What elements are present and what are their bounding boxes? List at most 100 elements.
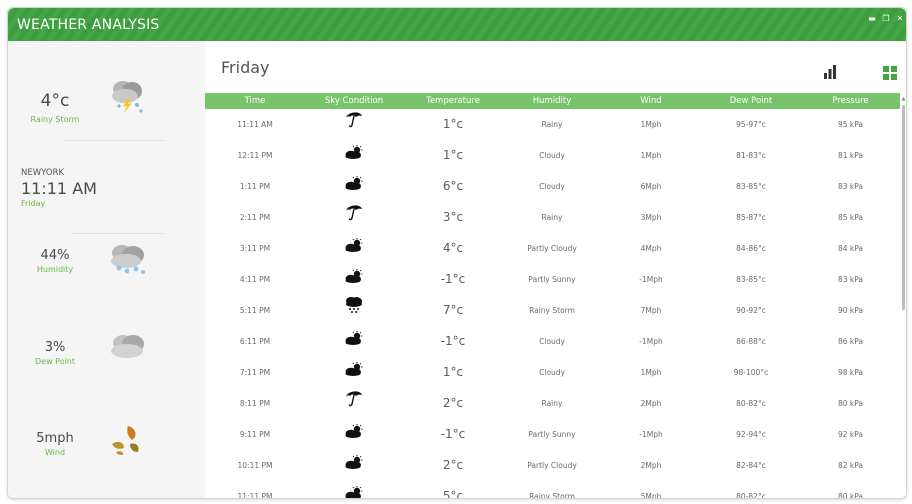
- table-row[interactable]: 9:11 PM -1°c Partly Sunny -1Mph 92-94°c 92 kP…: [205, 419, 900, 450]
- wind-cell: 1Mph: [640, 151, 662, 160]
- humidity-value: 44%: [40, 248, 70, 263]
- wind-cell: 3Mph: [640, 213, 662, 222]
- cloud-sun-icon: [345, 327, 363, 358]
- temperature-cell: 6°c: [442, 179, 464, 193]
- time-cell: 11:11 PM: [237, 492, 273, 499]
- column-header-temperature[interactable]: Temperature: [403, 93, 503, 109]
- dew-point-card: 3% Dew Point: [8, 324, 205, 414]
- sky-cell: [305, 326, 403, 357]
- humidity-cell: Cloudy: [539, 151, 565, 160]
- humidity-cell: Cloudy: [539, 182, 565, 191]
- table-row[interactable]: 11:11 PM 5°c Rainy Storm 5Mph 80-82°c 80 kPa: [205, 481, 900, 499]
- cloud-sun-icon: [345, 451, 363, 482]
- title-bar[interactable]: WEATHER ANALYSIS ▬ ❐ ✕: [8, 8, 906, 41]
- pressure-cell: 86 kPa: [837, 337, 864, 346]
- dew-point-cell: 86-88°c: [736, 337, 766, 346]
- humidity-cell: Partly Cloudy: [527, 461, 577, 470]
- table-row[interactable]: 4:11 PM -1°c Partly Sunny -1Mph 83-85°c 83 kP…: [205, 264, 900, 295]
- cloud-sun-icon: [345, 172, 363, 203]
- column-header-humidity[interactable]: Humidity: [503, 93, 601, 109]
- column-header-wind[interactable]: Wind: [601, 93, 701, 109]
- temperature-cell: 5°c: [442, 489, 464, 499]
- wind-cell: 2Mph: [640, 399, 662, 408]
- dew-point-cell: 84-86°c: [736, 244, 766, 253]
- rain-cloud-icon: [111, 245, 145, 274]
- dew-point-cell: 83-85°c: [736, 275, 766, 284]
- cloud-sun-icon: [345, 482, 363, 498]
- pressure-cell: 80 kPa: [837, 492, 864, 499]
- current-time: 11:11 AM: [21, 179, 97, 198]
- pressure-cell: 98 kPa: [837, 368, 864, 377]
- cloud-sun-icon: [345, 420, 363, 451]
- time-cell: 2:11 PM: [239, 213, 271, 222]
- humidity-cell: Rainy Storm: [529, 492, 575, 499]
- table-row[interactable]: 8:11 PM 2°c Rainy 2Mph 80-82°c 80 kPa: [205, 388, 900, 419]
- current-temperature: 4°c: [40, 91, 70, 111]
- humidity-cell: Rainy: [541, 120, 563, 129]
- column-header-pressure[interactable]: Pressure: [801, 93, 900, 109]
- temperature-card: 4°c Rainy Storm: [8, 41, 205, 133]
- wind-leaves-icon: [112, 426, 139, 455]
- temperature-cell: 3°c: [442, 210, 464, 224]
- table-row[interactable]: 2:11 PM 3°c Rainy 3Mph 85-87°c 85 kPa: [205, 202, 900, 233]
- temperature-cell: 2°c: [442, 396, 464, 410]
- dew-point-cell: 82-84°c: [736, 461, 766, 470]
- dew-point-cell: 80-82°c: [736, 399, 766, 408]
- humidity-cell: Partly Sunny: [528, 430, 576, 439]
- table-row[interactable]: 7:11 PM 1°c Cloudy 1Mph 98-100°c 98 kPa: [205, 357, 900, 388]
- pressure-cell: 81 kPa: [837, 151, 864, 160]
- wind-cell: 7Mph: [640, 306, 662, 315]
- dew-point-value: 3%: [44, 340, 66, 355]
- humidity-cell: Partly Cloudy: [527, 244, 577, 253]
- table-row[interactable]: 10:11 PM 2°c Partly Cloudy 2Mph 82-84°c 82 kP…: [205, 450, 900, 481]
- restore-button[interactable]: ❐: [881, 14, 891, 24]
- minimize-button[interactable]: ▬: [867, 14, 877, 24]
- time-cell: 7:11 PM: [239, 368, 271, 377]
- table-row[interactable]: 5:11 PM 7°c Rainy Storm 7Mph 90-92°c 90 kPa: [205, 295, 900, 326]
- vertical-scrollbar[interactable]: ▲: [901, 97, 906, 498]
- humidity-cell: Rainy Storm: [529, 306, 575, 315]
- temperature-cell: 1°c: [442, 117, 464, 131]
- city-name: NEWYORK: [21, 168, 65, 178]
- temperature-cell: 4°c: [442, 241, 464, 255]
- main-panel: Friday Time Sky Condition Temperature Hu…: [205, 41, 906, 498]
- temperature-cell: 1°c: [442, 365, 464, 379]
- pressure-cell: 90 kPa: [837, 306, 864, 315]
- sky-cell: [305, 202, 403, 233]
- table-row[interactable]: 1:11 PM 6°c Cloudy 6Mph 83-85°c 83 kPa: [205, 171, 900, 202]
- pressure-cell: 95 kPa: [837, 120, 864, 129]
- app-title: WEATHER ANALYSIS: [17, 17, 160, 33]
- wind-value: 5mph: [36, 431, 74, 446]
- dew-point-cell: 92-94°c: [736, 430, 766, 439]
- wind-cell: -1Mph: [639, 430, 663, 439]
- sky-cell: [305, 295, 403, 326]
- bar-chart-icon[interactable]: [823, 65, 837, 79]
- table-row[interactable]: 11:11 AM 1°c Rainy 1Mph 95-97°c 95 kPa: [205, 109, 900, 140]
- app-window: WEATHER ANALYSIS ▬ ❐ ✕ 4°c Rainy Storm N…: [7, 7, 907, 499]
- umbrella-icon: [345, 389, 363, 420]
- column-header-time[interactable]: Time: [205, 93, 305, 109]
- cloud-sun-icon: [345, 265, 363, 296]
- table-row[interactable]: 3:11 PM 4°c Partly Cloudy 4Mph 84-86°c 84 kPa: [205, 233, 900, 264]
- column-header-dew-point[interactable]: Dew Point: [701, 93, 801, 109]
- temperature-cell: 2°c: [442, 458, 464, 472]
- temperature-cell: 7°c: [442, 303, 464, 317]
- humidity-caption: Humidity: [36, 265, 74, 274]
- scrollbar-thumb[interactable]: [902, 105, 905, 310]
- sky-cell: [305, 388, 403, 419]
- temperature-cell: -1°c: [440, 334, 466, 348]
- column-header-sky-condition[interactable]: Sky Condition: [305, 93, 403, 109]
- humidity-cell: Rainy: [541, 399, 563, 408]
- scroll-up-icon[interactable]: ▲: [901, 97, 906, 102]
- close-button[interactable]: ✕: [895, 14, 905, 24]
- table-row[interactable]: 6:11 PM -1°c Cloudy -1Mph 86-88°c 86 kPa: [205, 326, 900, 357]
- sky-cell: [305, 264, 403, 295]
- time-cell: 8:11 PM: [239, 399, 271, 408]
- sky-cell: [305, 357, 403, 388]
- table-row[interactable]: 12:11 PM 1°c Cloudy 1Mph 81-83°c 81 kPa: [205, 140, 900, 171]
- time-cell: 10:11 PM: [237, 461, 273, 470]
- wind-cell: 5Mph: [640, 492, 662, 499]
- table-header: Time Sky Condition Temperature Humidity …: [205, 93, 900, 109]
- time-cell: 9:11 PM: [239, 430, 271, 439]
- grid-view-icon[interactable]: [883, 66, 897, 80]
